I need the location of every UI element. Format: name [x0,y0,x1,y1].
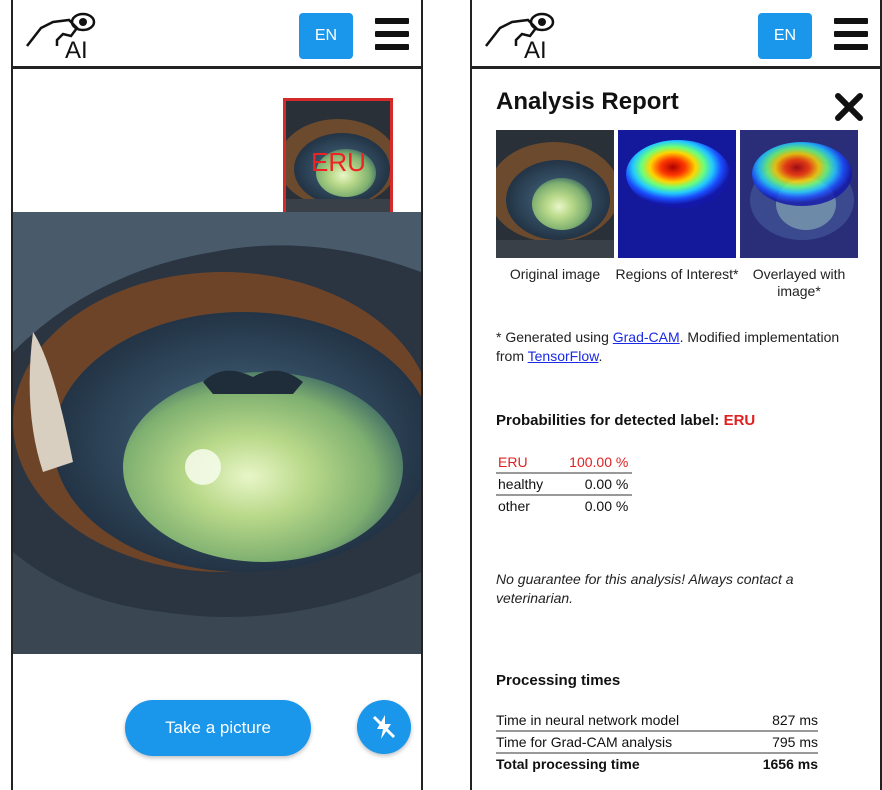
camera-screen: AI EN ERU Take a picture [11,0,423,790]
take-picture-button[interactable]: Take a picture [125,700,311,756]
hamburger-menu-icon[interactable] [375,18,409,52]
report-title: Analysis Report [496,88,679,115]
report-screen: AI EN Analysis Report Original image Reg… [470,0,882,790]
table-row: ERU 100.00 % [496,452,633,474]
prob-label: other [498,498,530,514]
disclaimer-text: No guarantee for this analysis! Always c… [496,571,794,606]
prob-value: 100.00 % [547,452,633,474]
app-header: AI EN [13,0,421,69]
logo-text: AI [65,37,88,62]
processing-times-title: Processing times [496,672,621,689]
prob-label: ERU [496,452,548,474]
close-icon[interactable] [834,92,864,122]
time-value: 1656 ms [762,756,818,772]
table-row: other 0.00 % [496,495,632,516]
time-value: 795 ms [743,731,818,754]
horse-eye-logo[interactable]: AI [23,6,119,62]
language-button[interactable]: EN [299,13,353,59]
hamburger-menu-icon[interactable] [834,18,868,52]
gradcam-link[interactable]: Grad-CAM [613,329,680,345]
table-row: Total processing time 1656 ms [496,753,818,774]
probabilities-title: Probabilities for detected label: ERU [496,412,756,429]
flash-toggle-button[interactable] [357,700,411,754]
time-label: Time for Grad-CAM analysis [496,731,744,754]
caption-overlay: Overlayed with image* [752,266,846,299]
prob-value: 0.00 % [547,473,633,496]
logo-text: AI [524,37,547,62]
detected-label: ERU [723,412,756,429]
prob-label: healthy [496,473,548,496]
detected-label-overlay: ERU [311,147,366,177]
caption-original: Original image [509,266,601,282]
gradcam-note: * Generated using Grad-CAM. Modified imp… [496,329,840,364]
table-row: healthy 0.00 % [496,473,633,496]
table-row: Time in neural network model 827 ms [496,710,818,732]
caption-regions: Regions of Interest* [615,266,739,282]
prob-value: 0.00 % [584,498,629,514]
processing-times-table: Time in neural network model 827 ms Time… [496,710,818,774]
time-label: Total processing time [496,756,640,772]
language-button[interactable]: EN [758,13,812,59]
probabilities-table: ERU 100.00 % healthy 0.00 % other 0.00 % [496,452,633,516]
overlayed-heatmap-image [740,130,858,258]
regions-of-interest-heatmap [618,130,736,258]
app-header: AI EN [472,0,880,69]
horse-eye-logo[interactable]: AI [482,6,578,62]
time-value: 827 ms [743,710,818,732]
flash-off-icon [372,715,396,739]
original-image [496,130,614,258]
time-label: Time in neural network model [496,710,744,732]
eye-camera-feed [13,212,421,654]
detection-thumbnail[interactable]: ERU [283,98,393,218]
tensorflow-link[interactable]: TensorFlow [528,348,599,364]
table-row: Time for Grad-CAM analysis 795 ms [496,731,818,754]
